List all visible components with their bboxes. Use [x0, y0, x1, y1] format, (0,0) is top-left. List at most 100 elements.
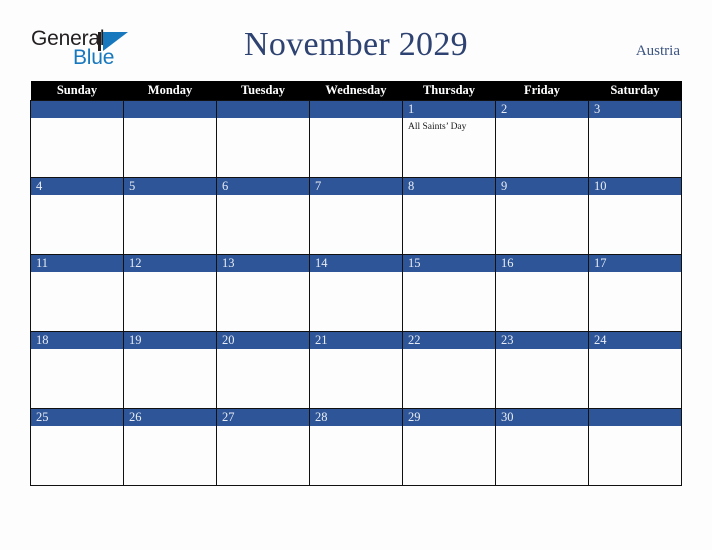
calendar-day-cell[interactable]: 3	[588, 99, 682, 178]
calendar-day-cell[interactable]: 1 All Saints’ Day	[402, 99, 496, 178]
day-number: 17	[589, 254, 681, 272]
calendar-day-cell[interactable]: 8	[402, 176, 496, 255]
calendar-day-cell[interactable]: 5	[123, 176, 217, 255]
day-events	[217, 272, 309, 275]
page-title: November 2029	[244, 26, 468, 63]
day-number: 22	[403, 331, 495, 349]
day-events	[31, 426, 123, 429]
calendar-day-cell[interactable]	[309, 99, 403, 178]
day-events	[31, 272, 123, 275]
weekday-header-sunday: Sunday	[30, 81, 124, 100]
calendar-week-row: 25 26 27 28 29 30	[30, 407, 682, 486]
calendar-day-cell[interactable]: 17	[588, 253, 682, 332]
day-number: 23	[496, 331, 588, 349]
day-events	[124, 426, 216, 429]
calendar-day-cell[interactable]: 12	[123, 253, 217, 332]
day-number: 27	[217, 408, 309, 426]
calendar-week-row: 11 12 13 14 15 16 17	[30, 253, 682, 332]
day-number: 2	[496, 100, 588, 118]
calendar-day-cell[interactable]: 18	[30, 330, 124, 409]
calendar-day-cell[interactable]: 7	[309, 176, 403, 255]
calendar-day-cell[interactable]: 2	[495, 99, 589, 178]
calendar-day-cell[interactable]: 23	[495, 330, 589, 409]
day-number: 12	[124, 254, 216, 272]
calendar-body: 1 All Saints’ Day 2 3 4 5 6 7 8 9 10 11 12 13 14 15 16 17…	[30, 99, 682, 486]
weekday-header-wednesday: Wednesday	[309, 81, 403, 100]
day-number: 5	[124, 177, 216, 195]
day-number: 6	[217, 177, 309, 195]
calendar-day-cell[interactable]	[216, 99, 310, 178]
calendar-day-cell[interactable]: 19	[123, 330, 217, 409]
calendar-day-cell[interactable]	[123, 99, 217, 178]
day-number: 21	[310, 331, 402, 349]
calendar-day-cell[interactable]	[30, 99, 124, 178]
calendar-day-cell[interactable]: 27	[216, 407, 310, 486]
calendar-day-cell[interactable]: 25	[30, 407, 124, 486]
day-number: 28	[310, 408, 402, 426]
day-events	[31, 349, 123, 352]
calendar-container: Sunday Monday Tuesday Wednesday Thursday…	[30, 81, 682, 486]
day-number	[310, 100, 402, 118]
calendar-day-cell[interactable]: 26	[123, 407, 217, 486]
day-events	[124, 349, 216, 352]
calendar-week-row: 18 19 20 21 22 23 24	[30, 330, 682, 409]
holiday-label: All Saints’ Day	[408, 121, 467, 132]
weekday-header-saturday: Saturday	[588, 81, 682, 100]
day-number: 20	[217, 331, 309, 349]
calendar-day-cell[interactable]: 20	[216, 330, 310, 409]
calendar-day-cell[interactable]: 29	[402, 407, 496, 486]
day-events	[589, 118, 681, 121]
calendar-day-cell[interactable]: 4	[30, 176, 124, 255]
calendar-day-cell[interactable]: 28	[309, 407, 403, 486]
day-events	[31, 195, 123, 198]
day-events	[496, 272, 588, 275]
day-events	[496, 349, 588, 352]
day-number: 3	[589, 100, 681, 118]
calendar-day-cell[interactable]: 13	[216, 253, 310, 332]
day-events	[124, 272, 216, 275]
day-number: 15	[403, 254, 495, 272]
calendar-day-cell[interactable]: 15	[402, 253, 496, 332]
day-number: 13	[217, 254, 309, 272]
calendar-table: Sunday Monday Tuesday Wednesday Thursday…	[30, 81, 682, 486]
day-events	[217, 426, 309, 429]
calendar-day-cell[interactable]: 24	[588, 330, 682, 409]
day-events	[124, 195, 216, 198]
day-events	[31, 118, 123, 121]
day-events	[403, 195, 495, 198]
calendar-day-cell[interactable]: 11	[30, 253, 124, 332]
day-events	[589, 195, 681, 198]
calendar-day-cell[interactable]: 30	[495, 407, 589, 486]
day-events	[589, 349, 681, 352]
day-number: 18	[31, 331, 123, 349]
calendar-day-cell[interactable]	[588, 407, 682, 486]
weekday-header-row: Sunday Monday Tuesday Wednesday Thursday…	[30, 81, 682, 100]
calendar-day-cell[interactable]: 10	[588, 176, 682, 255]
day-events	[496, 426, 588, 429]
day-events	[124, 118, 216, 121]
day-number: 30	[496, 408, 588, 426]
day-events: All Saints’ Day	[403, 118, 495, 133]
calendar-day-cell[interactable]: 14	[309, 253, 403, 332]
day-number: 16	[496, 254, 588, 272]
day-events	[589, 426, 681, 429]
day-number	[217, 100, 309, 118]
day-number: 26	[124, 408, 216, 426]
day-events	[310, 426, 402, 429]
day-events	[496, 118, 588, 121]
calendar-head: Sunday Monday Tuesday Wednesday Thursday…	[30, 81, 682, 100]
calendar-day-cell[interactable]: 6	[216, 176, 310, 255]
weekday-header-thursday: Thursday	[402, 81, 496, 100]
weekday-header-friday: Friday	[495, 81, 589, 100]
day-events	[403, 426, 495, 429]
day-events	[496, 195, 588, 198]
calendar-day-cell[interactable]: 9	[495, 176, 589, 255]
day-events	[403, 272, 495, 275]
day-events	[589, 272, 681, 275]
calendar-day-cell[interactable]: 21	[309, 330, 403, 409]
day-number: 19	[124, 331, 216, 349]
calendar-day-cell[interactable]: 22	[402, 330, 496, 409]
day-number: 7	[310, 177, 402, 195]
calendar-day-cell[interactable]: 16	[495, 253, 589, 332]
day-events	[310, 272, 402, 275]
